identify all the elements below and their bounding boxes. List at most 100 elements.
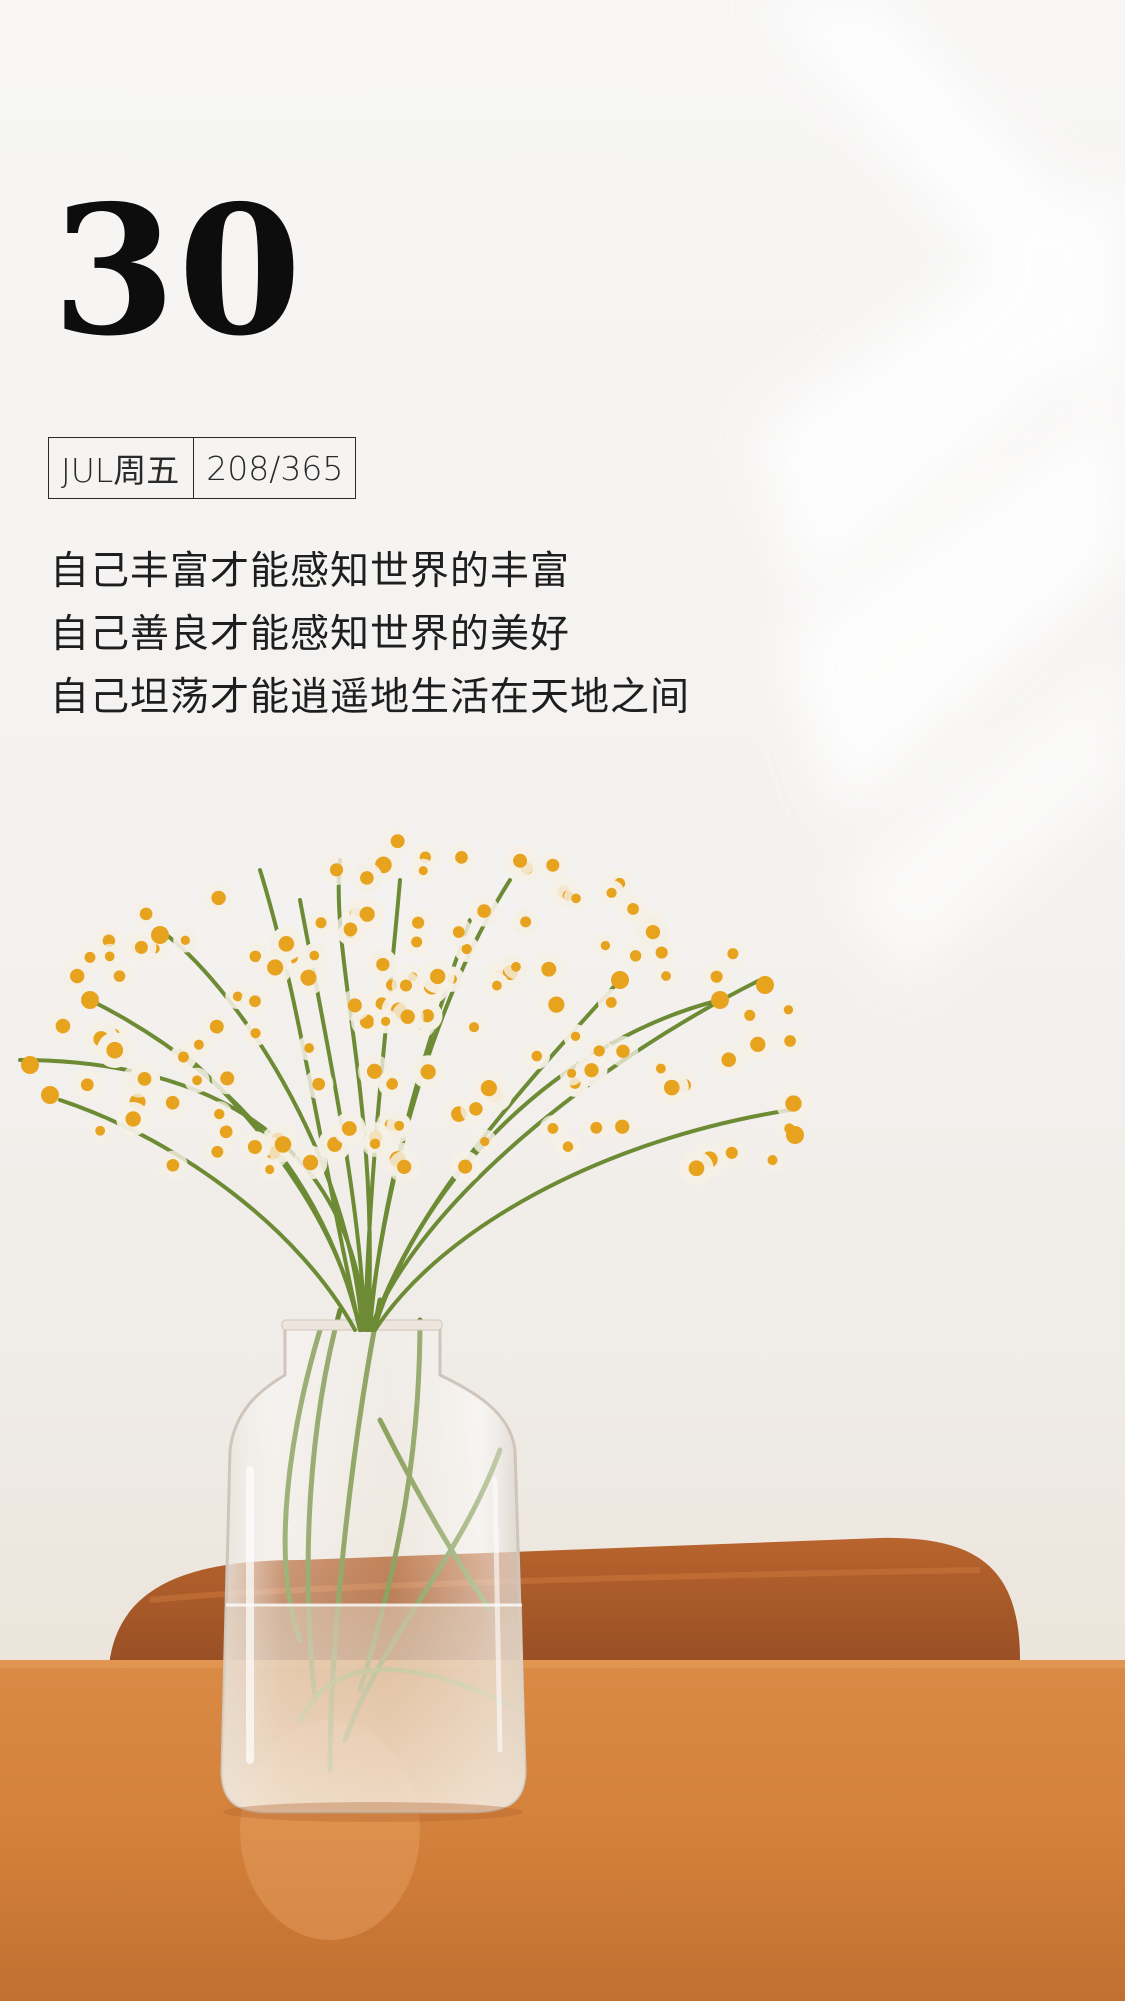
daisy-flower (388, 1150, 421, 1183)
daisy-flower (597, 989, 625, 1016)
daisy-flower (158, 1150, 188, 1180)
daisy-flower (131, 899, 161, 929)
daisy-flower (307, 909, 335, 937)
daisy-flower (87, 1118, 113, 1144)
daisy-flower (116, 1102, 150, 1136)
daisy-flower (291, 960, 326, 996)
daisy-flower (367, 949, 399, 980)
daisy-flower (563, 885, 589, 911)
daisy-flower (776, 997, 801, 1022)
daisy-flower (606, 1110, 639, 1143)
daisy-flower (711, 991, 729, 1009)
daisy-flower (636, 916, 669, 949)
daisy-flower (621, 942, 650, 970)
daisy-flower (381, 825, 414, 857)
quote-text: 自己丰富才能感知世界的丰富 自己善良才能感知世界的美好 自己坦荡才能逍遥地生活在… (50, 540, 690, 729)
daisy-flower (265, 1126, 301, 1163)
daisy-flower (538, 987, 574, 1023)
daisy-flower (411, 858, 436, 883)
daisy-flower (537, 850, 568, 881)
daisy-flower (240, 987, 270, 1016)
daisy-flower (321, 854, 352, 885)
date-info-box: JUL周五 208/365 (48, 437, 357, 499)
daisy-flower (484, 973, 510, 999)
daisy-flower (741, 1027, 775, 1062)
daisy-flower (648, 1055, 674, 1082)
day-number: 30 (52, 166, 304, 375)
table-top (0, 1660, 1125, 2001)
daisy-flower (351, 862, 383, 894)
daisy-flower (186, 1031, 212, 1058)
daisy-flower (461, 1014, 487, 1040)
day-of-year-counter: 208/365 (193, 438, 355, 498)
daisy-flower (512, 908, 540, 936)
daisy-flower (129, 1063, 161, 1095)
daisy-flower (598, 880, 625, 906)
daisy-flower (679, 1151, 714, 1186)
daisy-flower (585, 1037, 613, 1065)
daisy-flower (420, 959, 455, 994)
daisy-flower (357, 1054, 392, 1088)
daisy-flower (593, 933, 618, 958)
daisy-flower (719, 940, 747, 968)
daisy-flower (759, 1147, 786, 1173)
daisy-flower (449, 1150, 481, 1183)
daisy-flower (303, 1069, 334, 1099)
daisy-flower (554, 1133, 582, 1160)
daisy-flower (776, 1027, 805, 1056)
daisy-flower (411, 1055, 445, 1089)
daisy-flower (653, 963, 679, 989)
daisy-flower (532, 952, 566, 986)
glass-vase (220, 1319, 527, 1822)
daisy-flower (736, 1001, 764, 1029)
calendar-poster: 30 JUL周五 208/365 自己丰富才能感知世界的丰富 自己善良才能感知世… (0, 0, 1125, 2001)
daisy-flower (775, 1085, 812, 1122)
daisy-flower (105, 962, 134, 991)
daisy-flower (391, 1000, 424, 1033)
daisy-flower (239, 1131, 271, 1163)
daisy-flower (756, 976, 774, 994)
daisy-flower (559, 1061, 584, 1086)
daisy-flower (444, 918, 473, 947)
daisy-flower (21, 1056, 39, 1074)
daisy-flower (361, 1130, 389, 1157)
quote-line: 自己丰富才能感知世界的丰富 (50, 549, 571, 594)
daisy-flower (206, 1101, 233, 1128)
daisy-flower (203, 1137, 232, 1166)
daisy-flower (334, 913, 367, 945)
daisy-flower (157, 1087, 189, 1119)
daisy-flower (81, 991, 99, 1009)
daisy-flower (339, 989, 371, 1022)
daisy-flower (151, 926, 169, 944)
quote-line: 自己坦荡才能逍遥地生活在天地之间 (50, 675, 691, 720)
daisy-flower (468, 895, 500, 927)
daisy-flower (96, 1032, 133, 1069)
daisy-flower (46, 1009, 80, 1043)
daisy-flower (269, 926, 304, 961)
daisy-flower (618, 894, 648, 923)
daisy-flower (503, 954, 529, 980)
daisy-flower (403, 928, 431, 956)
quote-line: 自己善良才能感知世界的美好 (50, 612, 571, 657)
daisy-flower (173, 928, 198, 953)
daisy-flower (184, 1067, 210, 1093)
month-weekday-label: JUL周五 (61, 451, 180, 490)
daisy-flower (712, 1043, 745, 1076)
daisy-flower (523, 1042, 551, 1070)
daisy-flower (296, 1035, 322, 1061)
daisy-flower (446, 842, 477, 873)
daisy-flower (242, 1020, 269, 1046)
daisy-flower (211, 1062, 244, 1095)
daisy-flower (471, 1070, 507, 1106)
daisy-flower (717, 1138, 747, 1168)
daisy-flower (611, 971, 629, 989)
daisy-flower (504, 844, 536, 877)
daisy-flower (391, 971, 421, 1000)
daisy-flower (41, 1086, 59, 1104)
daisy-flower (563, 1024, 588, 1049)
daisy-flower (786, 1126, 804, 1144)
daisy-flower (582, 1113, 611, 1142)
daisy-flower (202, 881, 235, 914)
daisy-flower (472, 1129, 497, 1154)
daisy-flower (702, 962, 731, 991)
